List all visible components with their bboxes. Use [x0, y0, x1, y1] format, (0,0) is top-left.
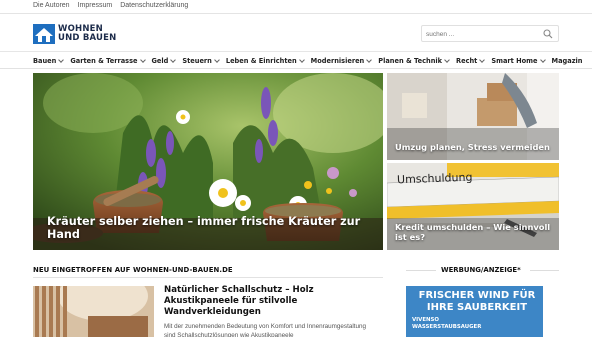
- chevron-down-icon: [58, 56, 65, 63]
- nav-item-smart-home[interactable]: Smart Home: [491, 57, 548, 65]
- nav-item-planen[interactable]: Planen & Technik: [378, 57, 453, 65]
- top-links: Die Autoren Impressum Datenschutzerkläru…: [33, 2, 188, 9]
- main-navigation: Bauen Garten & Terrasse Geld Steuern Leb…: [0, 52, 592, 69]
- house-logo-icon: [33, 24, 55, 44]
- nav-item-bauen[interactable]: Bauen: [33, 57, 67, 65]
- section-divider: [33, 277, 383, 278]
- chevron-down-icon: [479, 56, 486, 63]
- chevron-down-icon: [366, 56, 373, 63]
- featured-article-moving[interactable]: Umzug planen, Stress vermeiden: [387, 73, 559, 160]
- nav-item-label: Modernisieren: [310, 56, 365, 65]
- nav-item-modernisieren[interactable]: Modernisieren: [311, 57, 376, 65]
- acoustic-panel-image: [33, 286, 154, 337]
- article-title[interactable]: Natürlicher Schallschutz – Holz Akustikp…: [164, 285, 379, 318]
- featured-main-title: Kräuter selber ziehen – immer frische Kr…: [47, 215, 361, 241]
- featured-article-loan[interactable]: Umschuldung Kredit umschulden – Wie sinn…: [387, 163, 559, 250]
- chevron-down-icon: [214, 56, 220, 63]
- logo-wordmark: WOHNEN UND BAUEN: [58, 25, 116, 43]
- chevron-down-icon: [139, 56, 146, 63]
- ad-section-heading: WERBUNG/ANZEIGE*: [441, 266, 521, 274]
- featured-article-main[interactable]: Kräuter selber ziehen – immer frische Kr…: [33, 73, 383, 250]
- nav-item-magazin[interactable]: Magazin: [552, 57, 587, 65]
- chevron-down-icon: [170, 56, 177, 63]
- nav-item-label: Garten & Terrasse: [70, 56, 138, 65]
- ad-product: WASSERSTAUBSAUGER: [412, 323, 482, 330]
- nav-item-garten[interactable]: Garten & Terrasse: [70, 57, 148, 65]
- moving-article-title: Umzug planen, Stress vermeiden: [395, 142, 550, 152]
- ad-subline: VIVENSO WASSERSTAUBSAUGER: [412, 317, 481, 330]
- ad-headline: FRISCHER WIND FÜR IHRE SAUBERKEIT: [418, 290, 536, 313]
- folder-label: Umschuldung: [396, 170, 473, 187]
- loan-article-title: Kredit umschulden – Wie sinnvoll ist es?: [395, 222, 551, 242]
- search-icon[interactable]: [543, 29, 553, 39]
- nav-item-label: Magazin: [551, 56, 583, 65]
- latest-section-heading: NEU EINGETROFFEN AUF WOHNEN-UND-BAUEN.DE: [33, 266, 233, 274]
- chevron-down-icon: [444, 56, 450, 63]
- chevron-down-icon: [539, 56, 546, 63]
- site-logo[interactable]: WOHNEN UND BAUEN: [33, 23, 116, 45]
- nav-item-label: Bauen: [33, 56, 57, 65]
- ad-heading-line-right: [530, 270, 559, 271]
- top-bar: Die Autoren Impressum Datenschutzerkläru…: [0, 0, 592, 14]
- link-imprint[interactable]: Impressum: [78, 2, 113, 9]
- nav-item-label: Recht: [456, 56, 478, 65]
- advertisement-banner[interactable]: FRISCHER WIND FÜR IHRE SAUBERKEIT VIVENS…: [406, 286, 543, 337]
- nav-item-label: Geld: [151, 56, 169, 65]
- nav-item-label: Steuern: [182, 56, 212, 65]
- page: Die Autoren Impressum Datenschutzerkläru…: [0, 0, 592, 337]
- nav-item-recht[interactable]: Recht: [456, 57, 488, 65]
- nav-item-steuern[interactable]: Steuern: [182, 57, 223, 65]
- chevron-down-icon: [298, 56, 305, 63]
- nav-item-label: Smart Home: [491, 56, 538, 65]
- site-header: WOHNEN UND BAUEN: [0, 14, 592, 52]
- article-excerpt: Mit der zunehmenden Bedeutung von Komfor…: [164, 323, 366, 337]
- nav-item-leben[interactable]: Leben & Einrichten: [226, 57, 308, 65]
- link-privacy[interactable]: Datenschutzerklärung: [120, 2, 188, 9]
- logo-line-2: UND BAUEN: [58, 33, 117, 43]
- search-input[interactable]: [426, 28, 536, 40]
- nav-item-label: Planen & Technik: [378, 56, 443, 65]
- link-authors[interactable]: Die Autoren: [33, 2, 70, 9]
- ad-heading-line-left: [406, 270, 436, 271]
- article-thumbnail[interactable]: [33, 286, 154, 337]
- nav-item-label: Leben & Einrichten: [225, 56, 297, 65]
- nav-item-geld[interactable]: Geld: [152, 57, 180, 65]
- search-box: [421, 25, 559, 42]
